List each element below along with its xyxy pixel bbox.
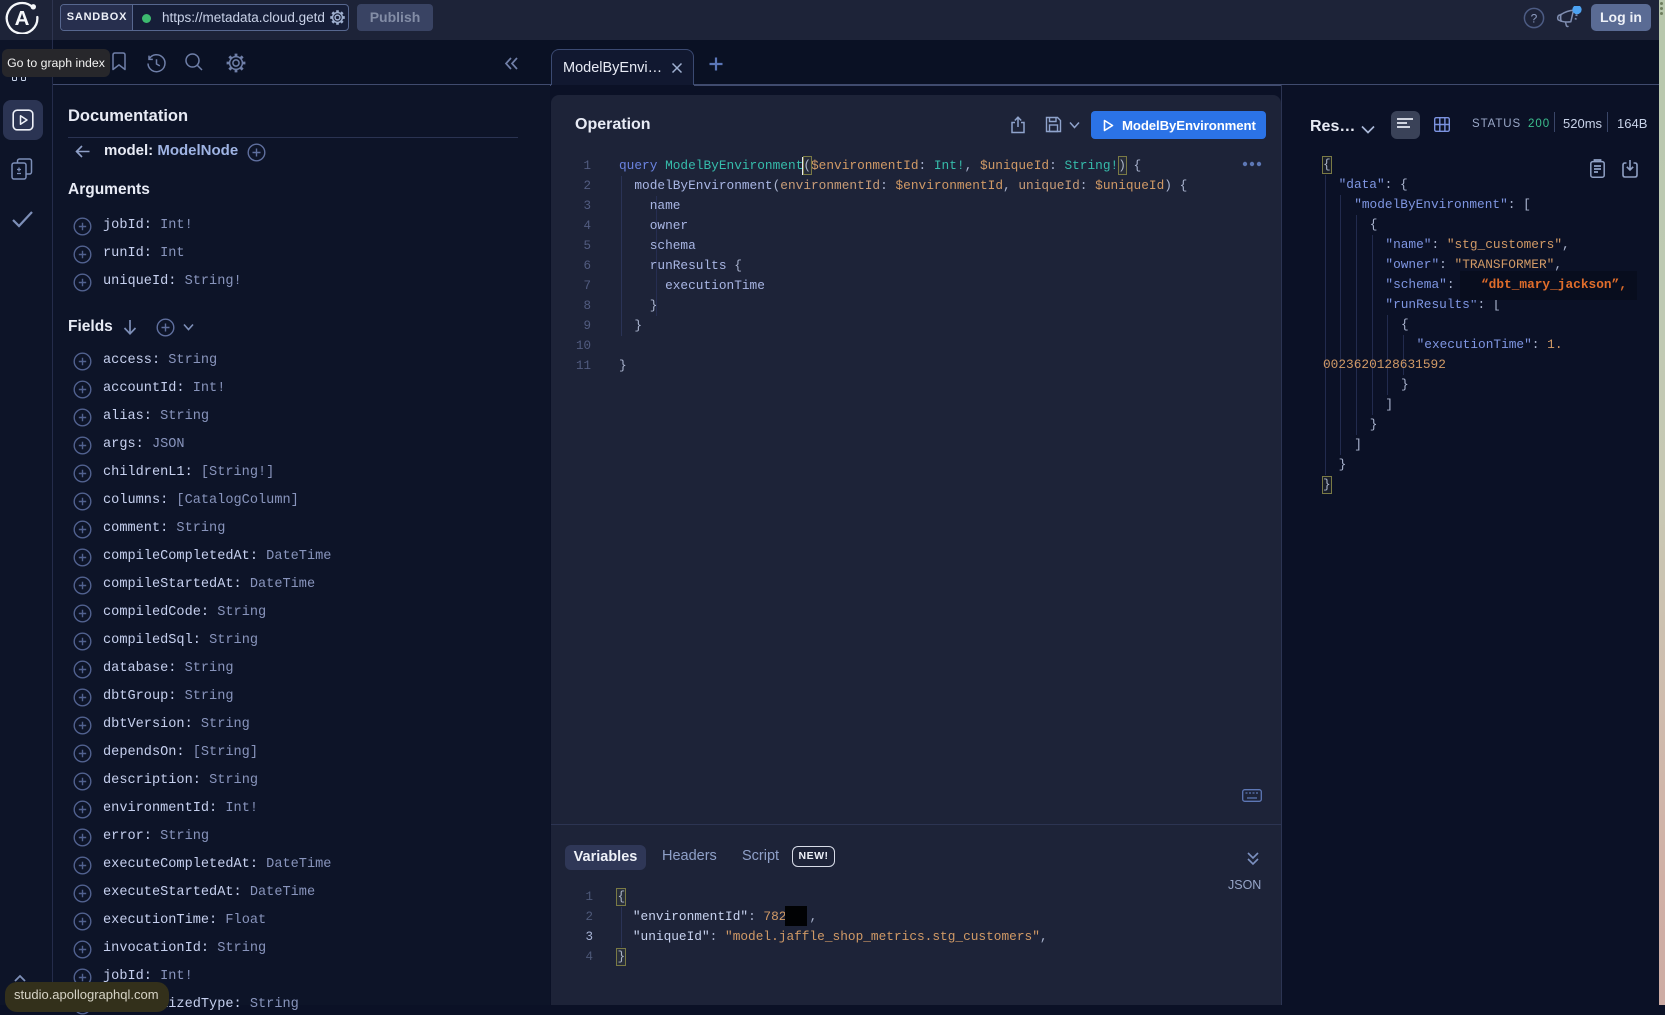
- svg-text:?: ?: [1531, 12, 1538, 26]
- svg-text:A: A: [15, 7, 30, 30]
